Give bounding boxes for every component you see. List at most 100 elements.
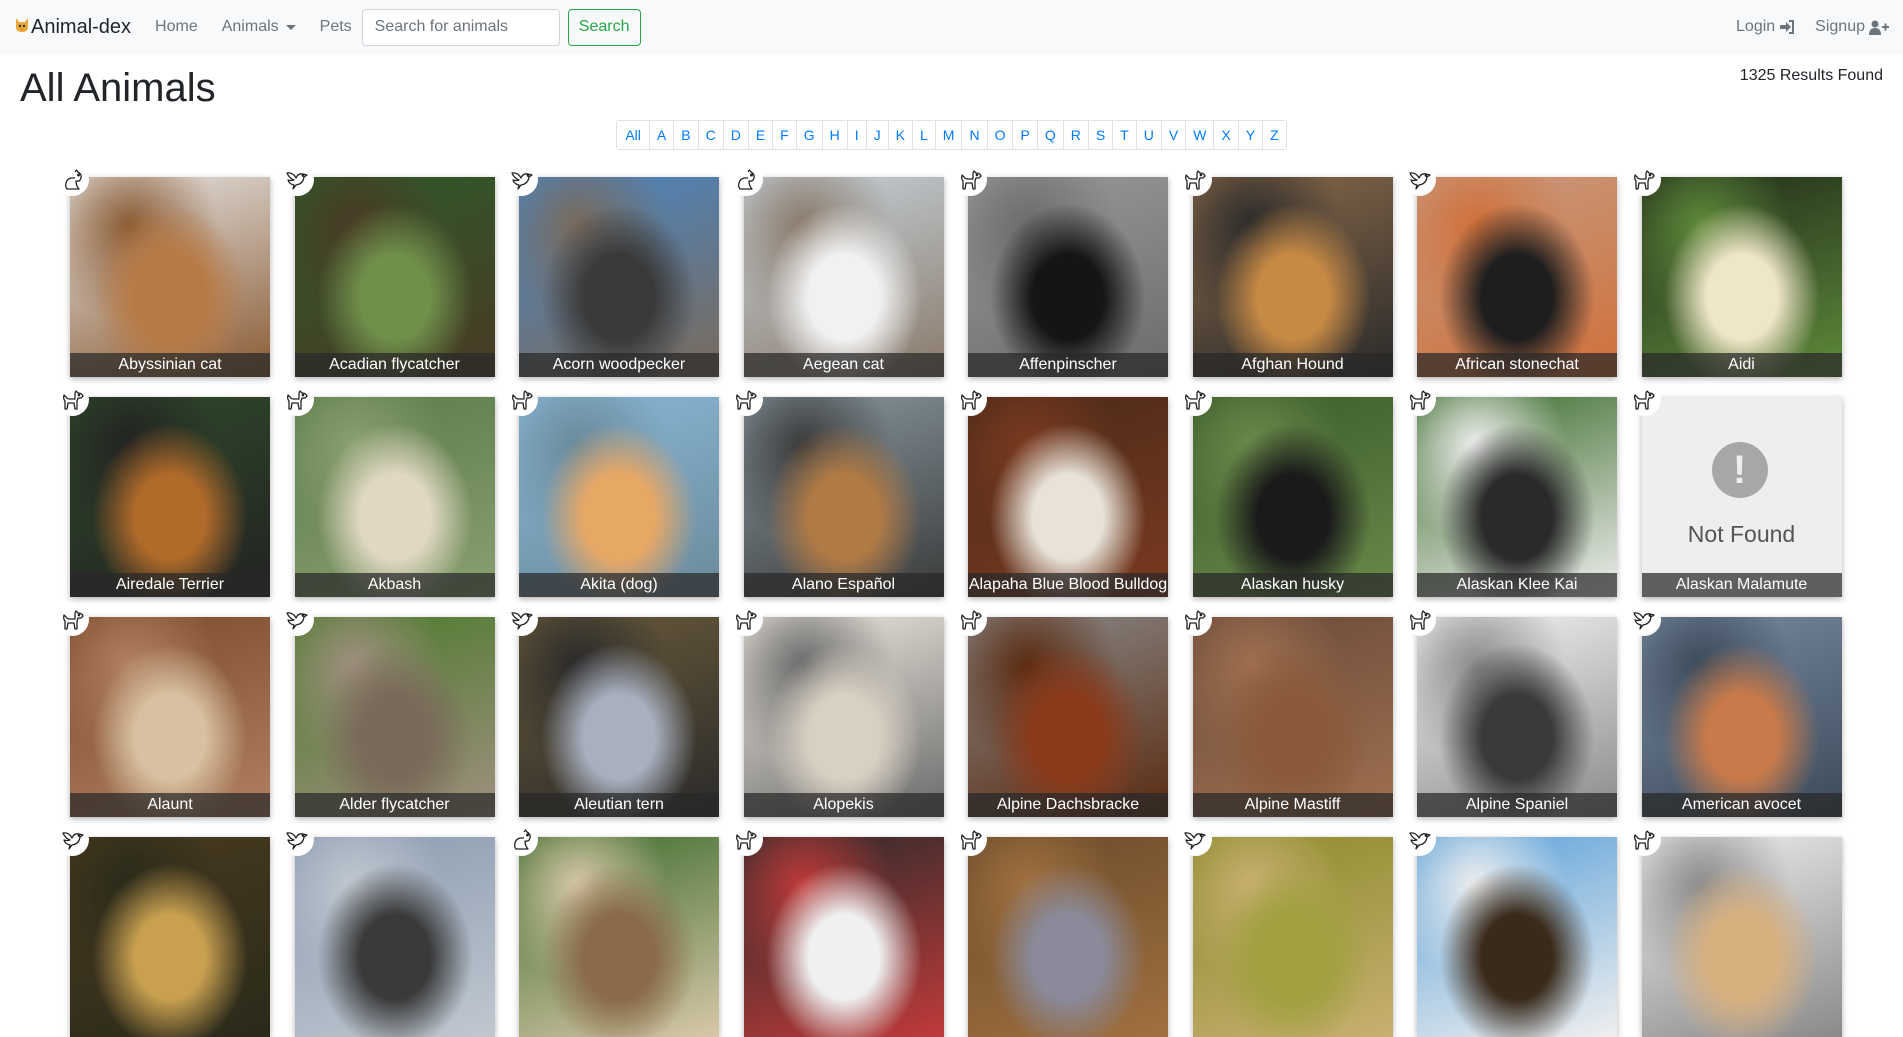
login-link[interactable]: Login — [1736, 18, 1795, 36]
alphabet-letter-q[interactable]: Q — [1036, 121, 1063, 149]
animal-card[interactable]: Alpine Spaniel — [1403, 603, 1617, 817]
alphabet-letter-i[interactable]: I — [846, 121, 866, 149]
alphabet-letter-w[interactable]: W — [1185, 121, 1214, 149]
animal-image — [70, 177, 270, 377]
dog-icon — [954, 163, 987, 196]
animal-card[interactable]: Alaunt — [56, 603, 270, 817]
animal-card[interactable] — [1178, 823, 1393, 1037]
alphabet-letter-a[interactable]: A — [648, 121, 674, 149]
animal-card[interactable]: ! Not Found Alaskan Malamute — [1627, 383, 1842, 597]
alphabet-letter-z[interactable]: Z — [1262, 121, 1286, 149]
alphabet-letter-h[interactable]: H — [821, 121, 847, 149]
nav-pets-link[interactable]: Pets — [320, 18, 352, 36]
alphabet-letter-y[interactable]: Y — [1237, 121, 1263, 149]
animal-image — [70, 397, 270, 597]
animal-card[interactable]: Alpine Dachsbracke — [954, 603, 1168, 817]
animal-card[interactable]: Alano Español — [729, 383, 944, 597]
animal-card[interactable]: Abyssinian cat — [56, 163, 270, 377]
nav-animals-dropdown[interactable]: Animals — [222, 18, 296, 36]
dog-icon — [729, 823, 763, 856]
animal-image — [519, 837, 719, 1037]
animal-card[interactable] — [56, 823, 270, 1037]
animal-card[interactable] — [729, 823, 944, 1037]
animal-card[interactable]: Akita (dog) — [505, 383, 719, 597]
alphabet-letter-u[interactable]: U — [1135, 121, 1161, 149]
search-button[interactable]: Search — [567, 8, 641, 46]
alphabet-letter-all[interactable]: All — [617, 121, 649, 149]
dog-icon — [505, 383, 538, 416]
cat-icon — [56, 163, 89, 196]
animal-image — [519, 397, 719, 597]
animal-card[interactable]: Alpine Mastiff — [1178, 603, 1393, 817]
signup-link[interactable]: Signup — [1815, 18, 1889, 36]
alphabet-letter-g[interactable]: G — [795, 121, 822, 149]
alphabet-letter-e[interactable]: E — [747, 121, 773, 149]
alphabet-letter-m[interactable]: M — [934, 121, 962, 149]
animal-image — [743, 617, 944, 817]
animal-card[interactable]: Aegean cat — [729, 163, 944, 377]
animal-image — [1417, 837, 1617, 1037]
brand-link[interactable]: Animal-dex — [14, 16, 131, 39]
animal-name: Alaskan Malamute — [1641, 573, 1842, 597]
dog-icon — [1178, 603, 1212, 636]
animal-card[interactable]: Akbash — [280, 383, 495, 597]
animal-image — [70, 837, 270, 1037]
animal-card[interactable]: Alaskan husky — [1178, 383, 1393, 597]
animal-name: Alaunt — [70, 793, 270, 817]
alphabet-letter-j[interactable]: J — [865, 121, 888, 149]
bird-icon — [505, 603, 538, 636]
animal-card[interactable]: Aleutian tern — [505, 603, 719, 817]
alphabet-letter-b[interactable]: B — [673, 121, 698, 149]
animal-image — [1192, 177, 1393, 377]
animal-card[interactable]: Aidi — [1627, 163, 1842, 377]
animal-card[interactable]: Acadian flycatcher — [280, 163, 495, 377]
animal-image — [519, 177, 719, 377]
animal-card[interactable]: Afghan Hound — [1178, 163, 1393, 377]
animal-card[interactable]: African stonechat — [1403, 163, 1617, 377]
alphabet-filter: All A B C D E F G H I J K L M N O P Q R S T U V W X Y Z — [616, 120, 1287, 150]
alphabet-letter-d[interactable]: D — [722, 121, 748, 149]
alphabet-letter-s[interactable]: S — [1087, 121, 1113, 149]
animal-card[interactable]: Alopekis — [729, 603, 944, 817]
alphabet-letter-f[interactable]: F — [772, 121, 796, 149]
dog-icon — [56, 603, 89, 636]
animal-card[interactable]: Acorn woodpecker — [505, 163, 719, 377]
dog-icon — [1178, 163, 1212, 196]
exclamation-icon: ! — [1711, 442, 1768, 498]
animal-card[interactable]: Affenpinscher — [954, 163, 1168, 377]
cat-icon — [505, 823, 538, 856]
alphabet-letter-o[interactable]: O — [986, 121, 1013, 149]
animal-image — [968, 177, 1168, 377]
nav-home-link[interactable]: Home — [155, 18, 198, 36]
alphabet-letter-n[interactable]: N — [961, 121, 987, 149]
animal-card[interactable]: American avocet — [1627, 603, 1842, 817]
dog-icon — [954, 603, 987, 636]
dog-icon — [1403, 383, 1436, 416]
animal-card[interactable]: Alder flycatcher — [280, 603, 495, 817]
bird-icon — [1627, 603, 1661, 636]
dog-icon — [1403, 603, 1436, 636]
animal-image — [1417, 617, 1617, 817]
animal-card[interactable]: Alaskan Klee Kai — [1403, 383, 1617, 597]
search-input[interactable] — [361, 8, 560, 46]
animal-card[interactable] — [1403, 823, 1617, 1037]
alphabet-letter-l[interactable]: L — [911, 121, 935, 149]
alphabet-letter-r[interactable]: R — [1062, 121, 1088, 149]
animal-grid: Abyssinian cat Acadian flycatcher Acorn wo… — [56, 163, 1842, 1037]
animal-card[interactable] — [280, 823, 495, 1037]
animal-card[interactable] — [954, 823, 1168, 1037]
alphabet-letter-c[interactable]: C — [697, 121, 723, 149]
alphabet-letter-t[interactable]: T — [1112, 121, 1136, 149]
animal-image — [968, 837, 1168, 1037]
animal-card[interactable] — [505, 823, 719, 1037]
alphabet-letter-k[interactable]: K — [887, 121, 912, 149]
animal-image — [1641, 837, 1842, 1037]
alphabet-letter-p[interactable]: P — [1012, 121, 1037, 149]
alphabet-letter-v[interactable]: V — [1160, 121, 1186, 149]
alphabet-letter-x[interactable]: X — [1213, 121, 1238, 149]
animal-image — [1192, 397, 1393, 597]
animal-card[interactable]: Alapaha Blue Blood Bulldog — [954, 383, 1168, 597]
animal-card[interactable]: Airedale Terrier — [56, 383, 270, 597]
animal-card[interactable] — [1627, 823, 1842, 1037]
sign-in-icon — [1780, 20, 1795, 34]
